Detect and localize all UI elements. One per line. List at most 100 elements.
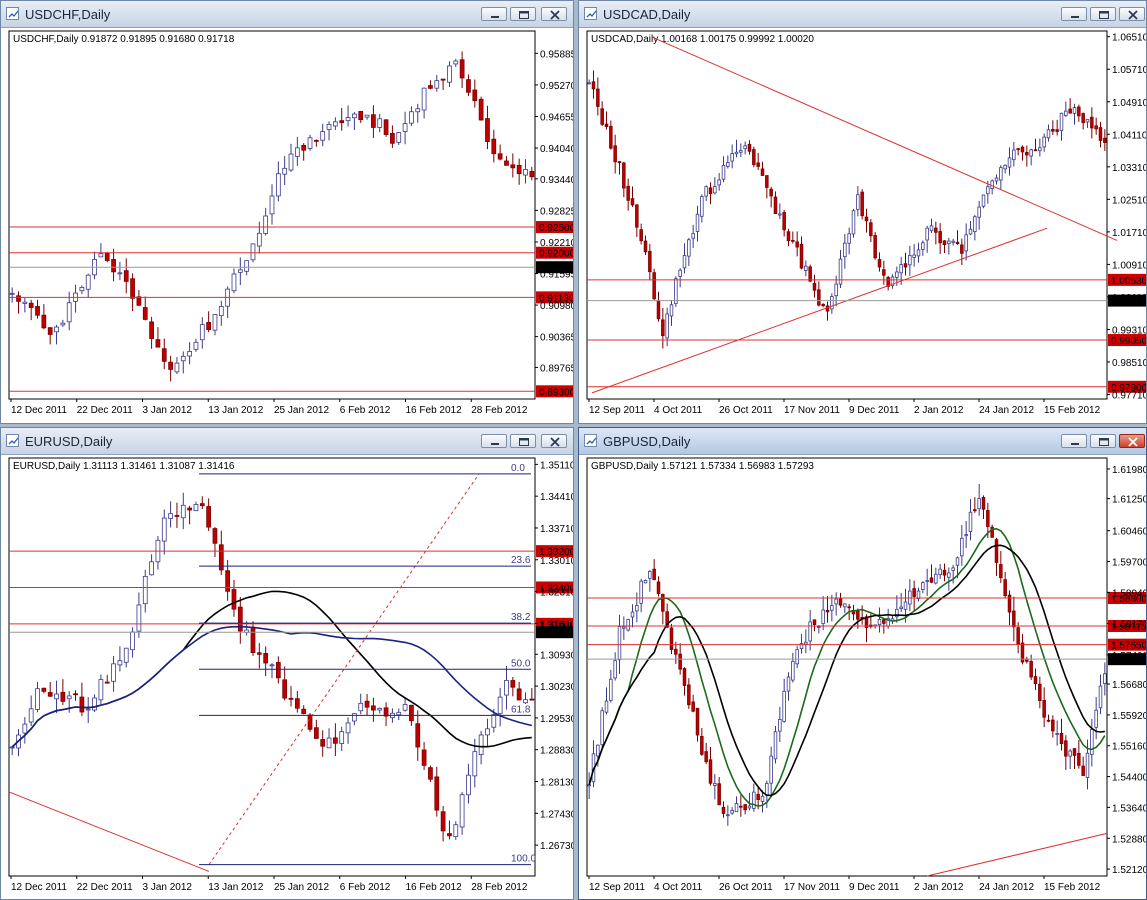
candle xyxy=(795,649,799,665)
candle xyxy=(516,688,522,701)
price-axis-label: 1.58170 xyxy=(1112,620,1146,631)
price-chart[interactable]: EURUSD,Daily 1.31113 1.31461 1.31087 1.3… xyxy=(1,455,573,899)
price-axis-label: 1.52880 xyxy=(1112,834,1146,845)
window-titlebar[interactable]: EURUSD,Daily xyxy=(1,428,573,455)
candle xyxy=(168,361,173,370)
candle xyxy=(288,153,294,171)
candle xyxy=(187,507,192,511)
candle xyxy=(174,362,180,373)
minimize-button[interactable] xyxy=(481,7,507,21)
candle xyxy=(652,568,656,581)
candle xyxy=(269,664,275,667)
candle xyxy=(1038,147,1042,152)
candle xyxy=(990,180,994,189)
price-axis-label: 1.05710 xyxy=(1112,65,1146,76)
close-button[interactable] xyxy=(541,434,567,448)
candle xyxy=(421,749,427,766)
candle xyxy=(925,580,929,582)
candle xyxy=(700,196,704,217)
time-axis-label: 17 Nov 2011 xyxy=(784,405,840,416)
candle xyxy=(708,759,713,784)
candle xyxy=(838,598,843,606)
price-chart[interactable]: USDCHF,Daily 0.91872 0.91895 0.91680 0.9… xyxy=(1,28,573,423)
candle xyxy=(504,679,509,696)
maximize-button[interactable] xyxy=(510,7,536,21)
candle xyxy=(955,557,960,566)
chart-area[interactable]: USDCAD,Daily 1.00168 1.00175 0.99992 1.0… xyxy=(579,28,1146,423)
price-axis-label: 1.55920 xyxy=(1112,711,1146,722)
price-chart[interactable]: USDCAD,Daily 1.00168 1.00175 0.99992 1.0… xyxy=(579,28,1146,423)
maximize-button[interactable] xyxy=(1090,434,1116,448)
candle xyxy=(73,693,78,696)
close-button[interactable] xyxy=(1119,7,1145,21)
time-axis-label: 28 Feb 2012 xyxy=(471,882,528,893)
minimize-button[interactable] xyxy=(481,434,507,448)
chart-window-usdchf[interactable]: USDCHF,Daily USDCHF,Daily 0.91872 0.9189… xyxy=(0,0,574,424)
candle xyxy=(1051,719,1055,732)
candle xyxy=(639,229,643,242)
candle xyxy=(812,619,817,625)
candle xyxy=(1038,683,1042,701)
candle xyxy=(510,164,516,169)
candle xyxy=(929,577,934,583)
candle xyxy=(523,699,528,704)
candle xyxy=(708,187,713,195)
candle xyxy=(1094,709,1098,728)
candle xyxy=(843,242,847,258)
chart-area[interactable]: USDCHF,Daily 0.91872 0.91895 0.91680 0.9… xyxy=(1,28,573,423)
chart-area[interactable]: GBPUSD,Daily 1.57121 1.57334 1.56983 1.5… xyxy=(579,455,1146,899)
candle xyxy=(85,708,91,711)
candle xyxy=(752,791,756,809)
symbol-info-text: GBPUSD,Daily 1.57121 1.57334 1.56983 1.5… xyxy=(591,461,814,472)
candle xyxy=(472,751,478,777)
candle xyxy=(60,322,66,326)
minimize-button[interactable] xyxy=(1061,7,1087,21)
candle xyxy=(934,227,938,233)
candle xyxy=(402,123,408,132)
chart-window-usdcad[interactable]: USDCAD,Daily USDCAD,Daily 1.00168 1.0017… xyxy=(578,0,1147,424)
candle xyxy=(1059,112,1064,132)
candle xyxy=(244,260,250,272)
chart-window-gbpusd[interactable]: GBPUSD,Daily GBPUSD,Daily 1.57121 1.5733… xyxy=(578,427,1147,900)
candle xyxy=(782,690,786,722)
candle xyxy=(652,272,656,300)
candle xyxy=(1098,127,1103,141)
candle xyxy=(609,125,613,149)
candle xyxy=(682,255,687,269)
window-titlebar[interactable]: USDCAD,Daily xyxy=(579,1,1146,28)
candle xyxy=(123,647,129,663)
maximize-button[interactable] xyxy=(510,434,536,448)
price-axis-label: 0.95270 xyxy=(540,81,573,92)
minimize-button[interactable] xyxy=(1061,434,1087,448)
price-axis-label: 1.06510 xyxy=(1112,33,1146,44)
candle xyxy=(760,795,765,802)
candle xyxy=(434,776,440,811)
close-button[interactable] xyxy=(1119,434,1145,448)
candle xyxy=(656,300,661,320)
candle xyxy=(942,240,947,246)
time-axis-label: 12 Sep 2011 xyxy=(589,405,645,416)
time-axis-label: 6 Feb 2012 xyxy=(340,882,391,893)
chart-window-eurusd[interactable]: EURUSD,Daily EURUSD,Daily 1.31113 1.3146… xyxy=(0,427,574,900)
candle xyxy=(1033,149,1038,152)
window-titlebar[interactable]: USDCHF,Daily xyxy=(1,1,573,28)
candle xyxy=(895,271,899,278)
candle xyxy=(648,571,652,579)
maximize-button[interactable] xyxy=(1090,7,1116,21)
candle xyxy=(307,714,313,730)
price-chart[interactable]: GBPUSD,Daily 1.57121 1.57334 1.56983 1.5… xyxy=(579,455,1146,899)
candle xyxy=(1055,129,1059,132)
candle xyxy=(98,679,104,701)
close-button[interactable] xyxy=(541,7,567,21)
candle xyxy=(358,111,364,121)
candle xyxy=(977,206,981,218)
time-axis-label: 13 Jan 2012 xyxy=(208,405,263,416)
candle xyxy=(54,326,59,333)
chart-area[interactable]: EURUSD,Daily 1.31113 1.31461 1.31087 1.3… xyxy=(1,455,573,899)
candle xyxy=(656,581,661,594)
candle xyxy=(830,296,834,310)
time-axis-label: 12 Dec 2011 xyxy=(11,882,67,893)
candle xyxy=(466,774,471,796)
window-titlebar[interactable]: GBPUSD,Daily xyxy=(579,428,1146,455)
candle xyxy=(730,153,734,162)
